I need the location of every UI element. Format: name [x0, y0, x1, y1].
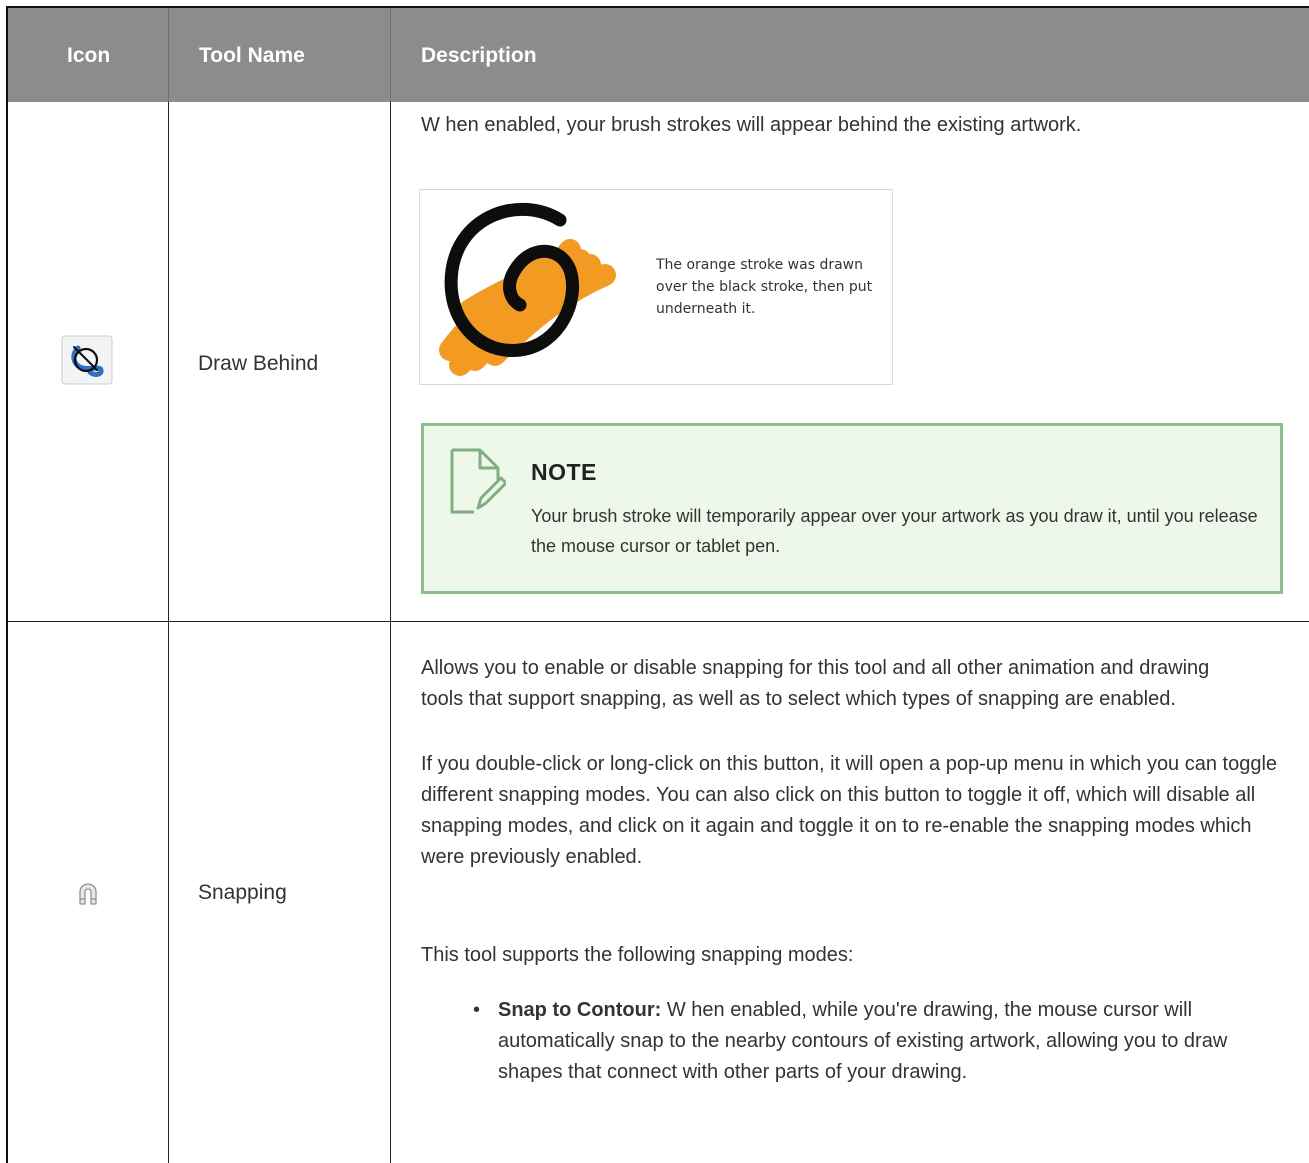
- header-description: Description: [421, 44, 537, 67]
- tool-table: Icon Tool Name Description Draw Behind W…: [6, 6, 1309, 1163]
- note-pencil-icon: [448, 448, 508, 521]
- column-divider: [168, 102, 169, 1163]
- snapping-paragraph-1: Allows you to enable or disable snapping…: [421, 657, 1210, 710]
- draw-behind-description: W hen enabled, your brush strokes will a…: [421, 114, 1082, 136]
- draw-behind-example-figure: The orange stroke was drawn over the bla…: [419, 189, 893, 385]
- row-divider: [8, 621, 1309, 622]
- bullet: •: [473, 999, 481, 1021]
- magnet-icon[interactable]: [77, 882, 99, 911]
- stroke-illustration: [439, 202, 616, 376]
- list-item: • Snap to Contour: W hen enabled, while …: [473, 995, 1238, 1088]
- snapping-modes-list: • Snap to Contour: W hen enabled, while …: [473, 995, 1238, 1088]
- note-box: NOTE Your brush stroke will temporarily …: [421, 423, 1283, 594]
- snapping-paragraph-2: If you double-click or long-click on thi…: [421, 753, 1278, 868]
- header-tool-name: Tool Name: [199, 44, 305, 67]
- header-icon: Icon: [67, 44, 111, 67]
- header-divider: [390, 8, 391, 102]
- header-divider: [168, 8, 169, 102]
- draw-behind-icon[interactable]: [61, 335, 113, 390]
- mode-label: Snap to Contour:: [498, 999, 662, 1021]
- note-text: Your brush stroke will temporarily appea…: [531, 506, 1258, 556]
- tool-name-draw-behind: Draw Behind: [198, 352, 319, 375]
- table-header-row: Icon Tool Name Description: [8, 8, 1309, 102]
- snapping-paragraph-3: This tool supports the following snappin…: [421, 944, 854, 966]
- figure-caption: The orange stroke was drawn over the bla…: [656, 257, 873, 317]
- column-divider: [390, 102, 391, 1163]
- tool-name-snapping: Snapping: [198, 881, 287, 904]
- note-title: NOTE: [531, 459, 597, 485]
